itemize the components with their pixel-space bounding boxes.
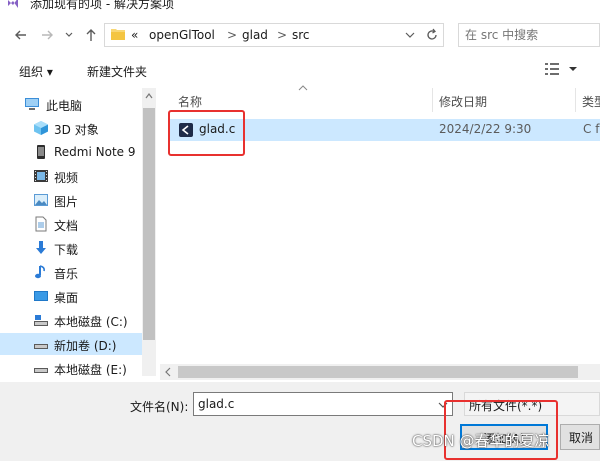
column-divider[interactable]: [432, 88, 433, 112]
sidebar-item-this-pc[interactable]: 此电脑: [0, 93, 142, 115]
back-arrow-icon[interactable]: [10, 24, 32, 46]
column-divider[interactable]: [575, 88, 576, 112]
sidebar-item-downloads[interactable]: 下载: [0, 237, 142, 259]
navigation-scrollbar-thumb[interactable]: [143, 108, 155, 340]
sidebar-item-desktop[interactable]: 桌面: [0, 285, 142, 307]
scroll-up-icon[interactable]: [144, 92, 154, 100]
document-icon: [35, 216, 47, 232]
sidebar-item-drive-e[interactable]: 本地磁盘 (E:): [0, 357, 142, 376]
computer-icon: [25, 98, 39, 110]
watermark-text: CSDN @春华的夏凉: [412, 432, 550, 450]
new-folder-button[interactable]: 新建文件夹: [87, 63, 147, 80]
address-dropdown-icon[interactable]: [401, 26, 419, 44]
sidebar-item-label: 此电脑: [46, 99, 83, 113]
view-dropdown-icon[interactable]: [568, 63, 578, 73]
horizontal-scrollbar-thumb[interactable]: [178, 366, 578, 378]
filename-label: 文件名(N):: [130, 400, 189, 414]
search-box[interactable]: [458, 23, 600, 47]
sidebar-item-label: Redmi Note 9: [54, 145, 136, 159]
cancel-button-label: 取消: [569, 431, 594, 445]
command-toolbar: 组织 ▾ 新建文件夹: [0, 55, 600, 85]
drive-icon: [34, 344, 48, 349]
search-input[interactable]: [459, 24, 599, 46]
sidebar-item-label: 本地磁盘 (E:): [54, 363, 127, 376]
sidebar-item-label: 3D 对象: [54, 123, 99, 137]
desktop-icon: [34, 291, 48, 301]
recent-dropdown-icon[interactable]: [58, 24, 80, 46]
3d-objects-icon: [34, 121, 48, 135]
drive-icon: [34, 315, 48, 326]
address-bar[interactable]: « openGlTool > glad > src: [104, 23, 444, 47]
sidebar-item-videos[interactable]: 视频: [0, 165, 142, 187]
title-bar: 添加现有的项 - 解决方案项: [0, 0, 600, 16]
phone-icon: [37, 145, 45, 159]
breadcrumb-glad[interactable]: glad: [242, 28, 268, 42]
sidebar-item-label: 文档: [54, 219, 79, 233]
window-title: 添加现有的项 - 解决方案项: [30, 0, 174, 11]
sidebar-item-redmi-note-9[interactable]: Redmi Note 9: [0, 141, 142, 163]
column-header-name[interactable]: 名称: [178, 93, 202, 110]
sidebar-item-pictures[interactable]: 图片: [0, 189, 142, 211]
drive-icon: [34, 368, 48, 373]
folder-icon: [111, 29, 125, 40]
scroll-left-icon[interactable]: [164, 367, 172, 377]
sidebar-item-label: 本地磁盘 (C:): [54, 315, 128, 329]
file-type: C f: [583, 122, 600, 136]
sidebar-item-documents[interactable]: 文档: [0, 213, 142, 235]
sidebar-item-label: 音乐: [54, 267, 79, 281]
breadcrumb-opengltool[interactable]: openGlTool: [149, 28, 215, 42]
sidebar-item-drive-c[interactable]: 本地磁盘 (C:): [0, 309, 142, 331]
filename-input[interactable]: [194, 393, 434, 415]
sidebar-item-label: 图片: [54, 195, 79, 209]
breadcrumb-src[interactable]: src: [292, 28, 310, 42]
view-options-icon[interactable]: [544, 62, 560, 76]
organize-menu[interactable]: 组织 ▾: [19, 63, 53, 80]
music-icon: [35, 265, 45, 279]
download-icon: [36, 241, 46, 254]
highlight-box-file: [168, 110, 245, 156]
sidebar-item-label: 下载: [54, 243, 79, 257]
visual-studio-icon: [8, 0, 18, 8]
column-header-modified[interactable]: 修改日期: [439, 93, 487, 110]
sidebar-item-label: 新加卷 (D:): [54, 339, 117, 353]
cancel-button[interactable]: 取消: [560, 424, 600, 450]
horizontal-scrollbar[interactable]: [160, 364, 600, 380]
breadcrumb-separator: >: [227, 28, 238, 42]
sidebar-item-music[interactable]: 音乐: [0, 261, 142, 283]
video-icon: [34, 170, 48, 182]
sidebar-item-3d-objects[interactable]: 3D 对象: [0, 117, 142, 139]
sidebar-item-drive-d[interactable]: 新加卷 (D:): [0, 333, 142, 355]
sidebar-item-label: 视频: [54, 171, 79, 185]
breadcrumb-separator: >: [277, 28, 288, 42]
address-overflow[interactable]: «: [131, 28, 138, 42]
forward-arrow-icon[interactable]: [36, 24, 58, 46]
filename-field[interactable]: [193, 392, 453, 416]
file-modified-date: 2024/2/22 9:30: [439, 122, 532, 136]
refresh-icon[interactable]: [423, 26, 441, 44]
sort-ascending-icon: [298, 85, 308, 91]
up-arrow-icon[interactable]: [80, 24, 102, 46]
column-header-type[interactable]: 类型: [582, 93, 600, 110]
navigation-pane: 此电脑 3D 对象 Redmi Note 9 视频 图片 文档 下载 音乐 桌面…: [0, 88, 156, 376]
picture-icon: [34, 194, 48, 206]
sidebar-item-label: 桌面: [54, 291, 79, 305]
